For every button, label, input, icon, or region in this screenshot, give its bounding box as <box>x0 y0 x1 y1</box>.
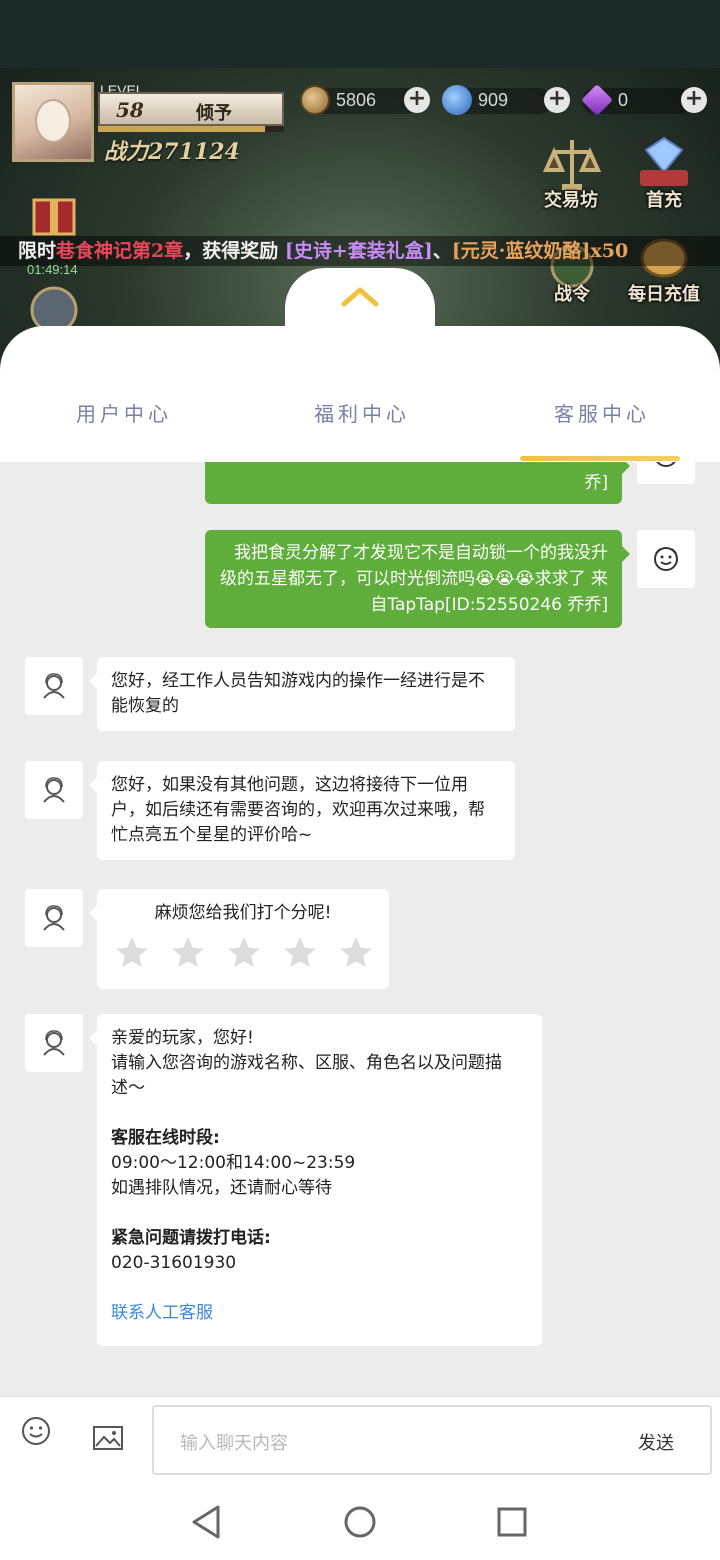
event-timer: 01:49:14 <box>27 262 78 277</box>
user-message-text: 我把食灵分解了才发现它不是自动锁一个的我没升级的五星都无了，可以时光倒流吗😭😭😭… <box>220 543 608 615</box>
ticker-chapter: 巷食神记第2章 <box>56 240 184 262</box>
add-gem-button[interactable]: + <box>544 87 570 113</box>
xp-fill <box>98 126 266 132</box>
service-panel-header <box>0 326 720 462</box>
agent-message-text: 您好，如果没有其他问题，这边将接待下一位用户，如后续还有需要咨询的，欢迎再次过来… <box>111 775 485 845</box>
rating-card: 麻烦您给我们打个分呢! <box>89 889 389 989</box>
menu-trade-label: 交易坊 <box>544 190 598 211</box>
user-message: 我把食灵分解了才发现它不是自动锁一个的我没升级的五星都无了，可以时光倒流吗😭😭😭… <box>205 530 630 628</box>
agent-avatar <box>25 657 83 715</box>
agent-avatar <box>25 1014 83 1072</box>
chevron-up-icon[interactable] <box>340 284 380 308</box>
star-icon[interactable] <box>337 934 375 972</box>
phone-title: 紧急问题请拨打电话: <box>111 1228 271 1248</box>
agent-message: 您好，如果没有其他问题，这边将接待下一位用户，如后续还有需要咨询的，欢迎再次过来… <box>89 761 515 860</box>
home-icon[interactable] <box>343 1504 377 1540</box>
emoji-icon[interactable] <box>20 1415 52 1447</box>
tab-customer-service[interactable]: 客服中心 <box>554 398 650 427</box>
rating-prompt: 麻烦您给我们打个分呢! <box>154 903 332 923</box>
agent-message: 您好，经工作人员告知游戏内的操作一经进行是不能恢复的 <box>89 657 515 731</box>
agent-avatar <box>25 761 83 819</box>
player-avatar[interactable] <box>12 82 94 162</box>
user-message-partial: 乔] <box>205 462 630 504</box>
back-icon[interactable] <box>190 1504 222 1540</box>
active-tab-indicator <box>520 456 680 461</box>
service-hours: 09:00～12:00和14:00~23:59 <box>111 1153 356 1173</box>
agent-headset-icon <box>43 905 65 931</box>
ticker-mid: ，获得奖励 <box>183 240 279 262</box>
agent-headset-icon <box>43 1030 65 1056</box>
welcome-greeting: 亲爱的玩家，您好! <box>111 1028 254 1048</box>
agent-message-text: 您好，经工作人员告知游戏内的操作一经进行是不能恢复的 <box>111 671 485 716</box>
blue-gem-icon <box>442 85 472 115</box>
hours-title: 客服在线时段: <box>111 1128 220 1148</box>
diamond-value: 0 <box>618 89 629 110</box>
coin-icon <box>300 85 330 115</box>
recents-icon[interactable] <box>496 1504 528 1540</box>
smiley-face-icon <box>656 462 676 467</box>
agent-headset-icon <box>43 673 65 699</box>
player-name: 倾予 <box>196 103 232 124</box>
user-avatar <box>637 530 695 588</box>
image-icon[interactable] <box>92 1425 124 1451</box>
level-number: 58 <box>116 98 144 122</box>
add-diamond-button[interactable]: + <box>681 87 707 113</box>
rating-stars <box>111 934 375 972</box>
star-icon[interactable] <box>169 934 207 972</box>
menu-battle-pass-label: 战令 <box>554 284 590 305</box>
star-icon[interactable] <box>225 934 263 972</box>
user-avatar <box>637 462 695 484</box>
phone-number[interactable]: 020-31601930 <box>111 1251 528 1276</box>
contact-agent-link[interactable]: 联系人工客服 <box>111 1301 528 1326</box>
gift-box-icon[interactable] <box>22 178 86 242</box>
tab-welfare-center[interactable]: 福利中心 <box>314 398 410 427</box>
level-panel: 58 倾予 <box>98 92 284 126</box>
ticker-sep: 、 <box>432 240 452 262</box>
combat-power: 战力271124 <box>104 139 240 165</box>
welcome-instruction: 请输入您咨询的游戏名称、区服、角色名以及问题描述～ <box>111 1053 502 1098</box>
event-ticker: 限时巷食神记第2章，获得奖励 [史诗+套装礼盒]、[元灵·蓝纹奶酪]x50 <box>0 236 720 266</box>
agent-avatar <box>25 889 83 947</box>
agent-headset-icon <box>43 777 65 803</box>
menu-daily-recharge-label: 每日充值 <box>628 284 700 305</box>
star-icon[interactable] <box>113 934 151 972</box>
add-coin-button[interactable]: + <box>404 87 430 113</box>
ticker-prefix: 限时 <box>18 240 57 262</box>
smiley-face-icon <box>654 547 678 571</box>
send-button[interactable]: 发送 <box>638 1429 674 1455</box>
gem-value: 909 <box>478 89 509 110</box>
chat-area[interactable]: 乔] 我把食灵分解了才发现它不是自动锁一个的我没升级的五星都无了，可以时光倒流吗… <box>0 462 720 1396</box>
ticker-reward2: [元灵·蓝纹奶酪]x50 <box>451 240 629 262</box>
queue-note: 如遇排队情况，还请耐心等待 <box>111 1178 332 1198</box>
welcome-message: 亲爱的玩家，您好! 请输入您咨询的游戏名称、区服、角色名以及问题描述～ 客服在线… <box>89 1014 542 1346</box>
user-message-partial-text: 乔] <box>584 473 608 493</box>
coin-value: 5806 <box>336 89 377 110</box>
tab-user-center[interactable]: 用户中心 <box>76 398 172 427</box>
xp-bar <box>98 126 284 132</box>
ticker-reward1: [史诗+套装礼盒] <box>284 240 433 262</box>
menu-first-charge-label: 首充 <box>646 190 682 211</box>
chat-input-placeholder: 输入聊天内容 <box>180 1433 288 1454</box>
system-nav-bar <box>0 1484 720 1560</box>
status-strip <box>0 0 720 68</box>
star-icon[interactable] <box>281 934 319 972</box>
chat-input[interactable]: 输入聊天内容 发送 <box>152 1405 712 1475</box>
chat-input-bar: 输入聊天内容 发送 <box>0 1396 720 1484</box>
